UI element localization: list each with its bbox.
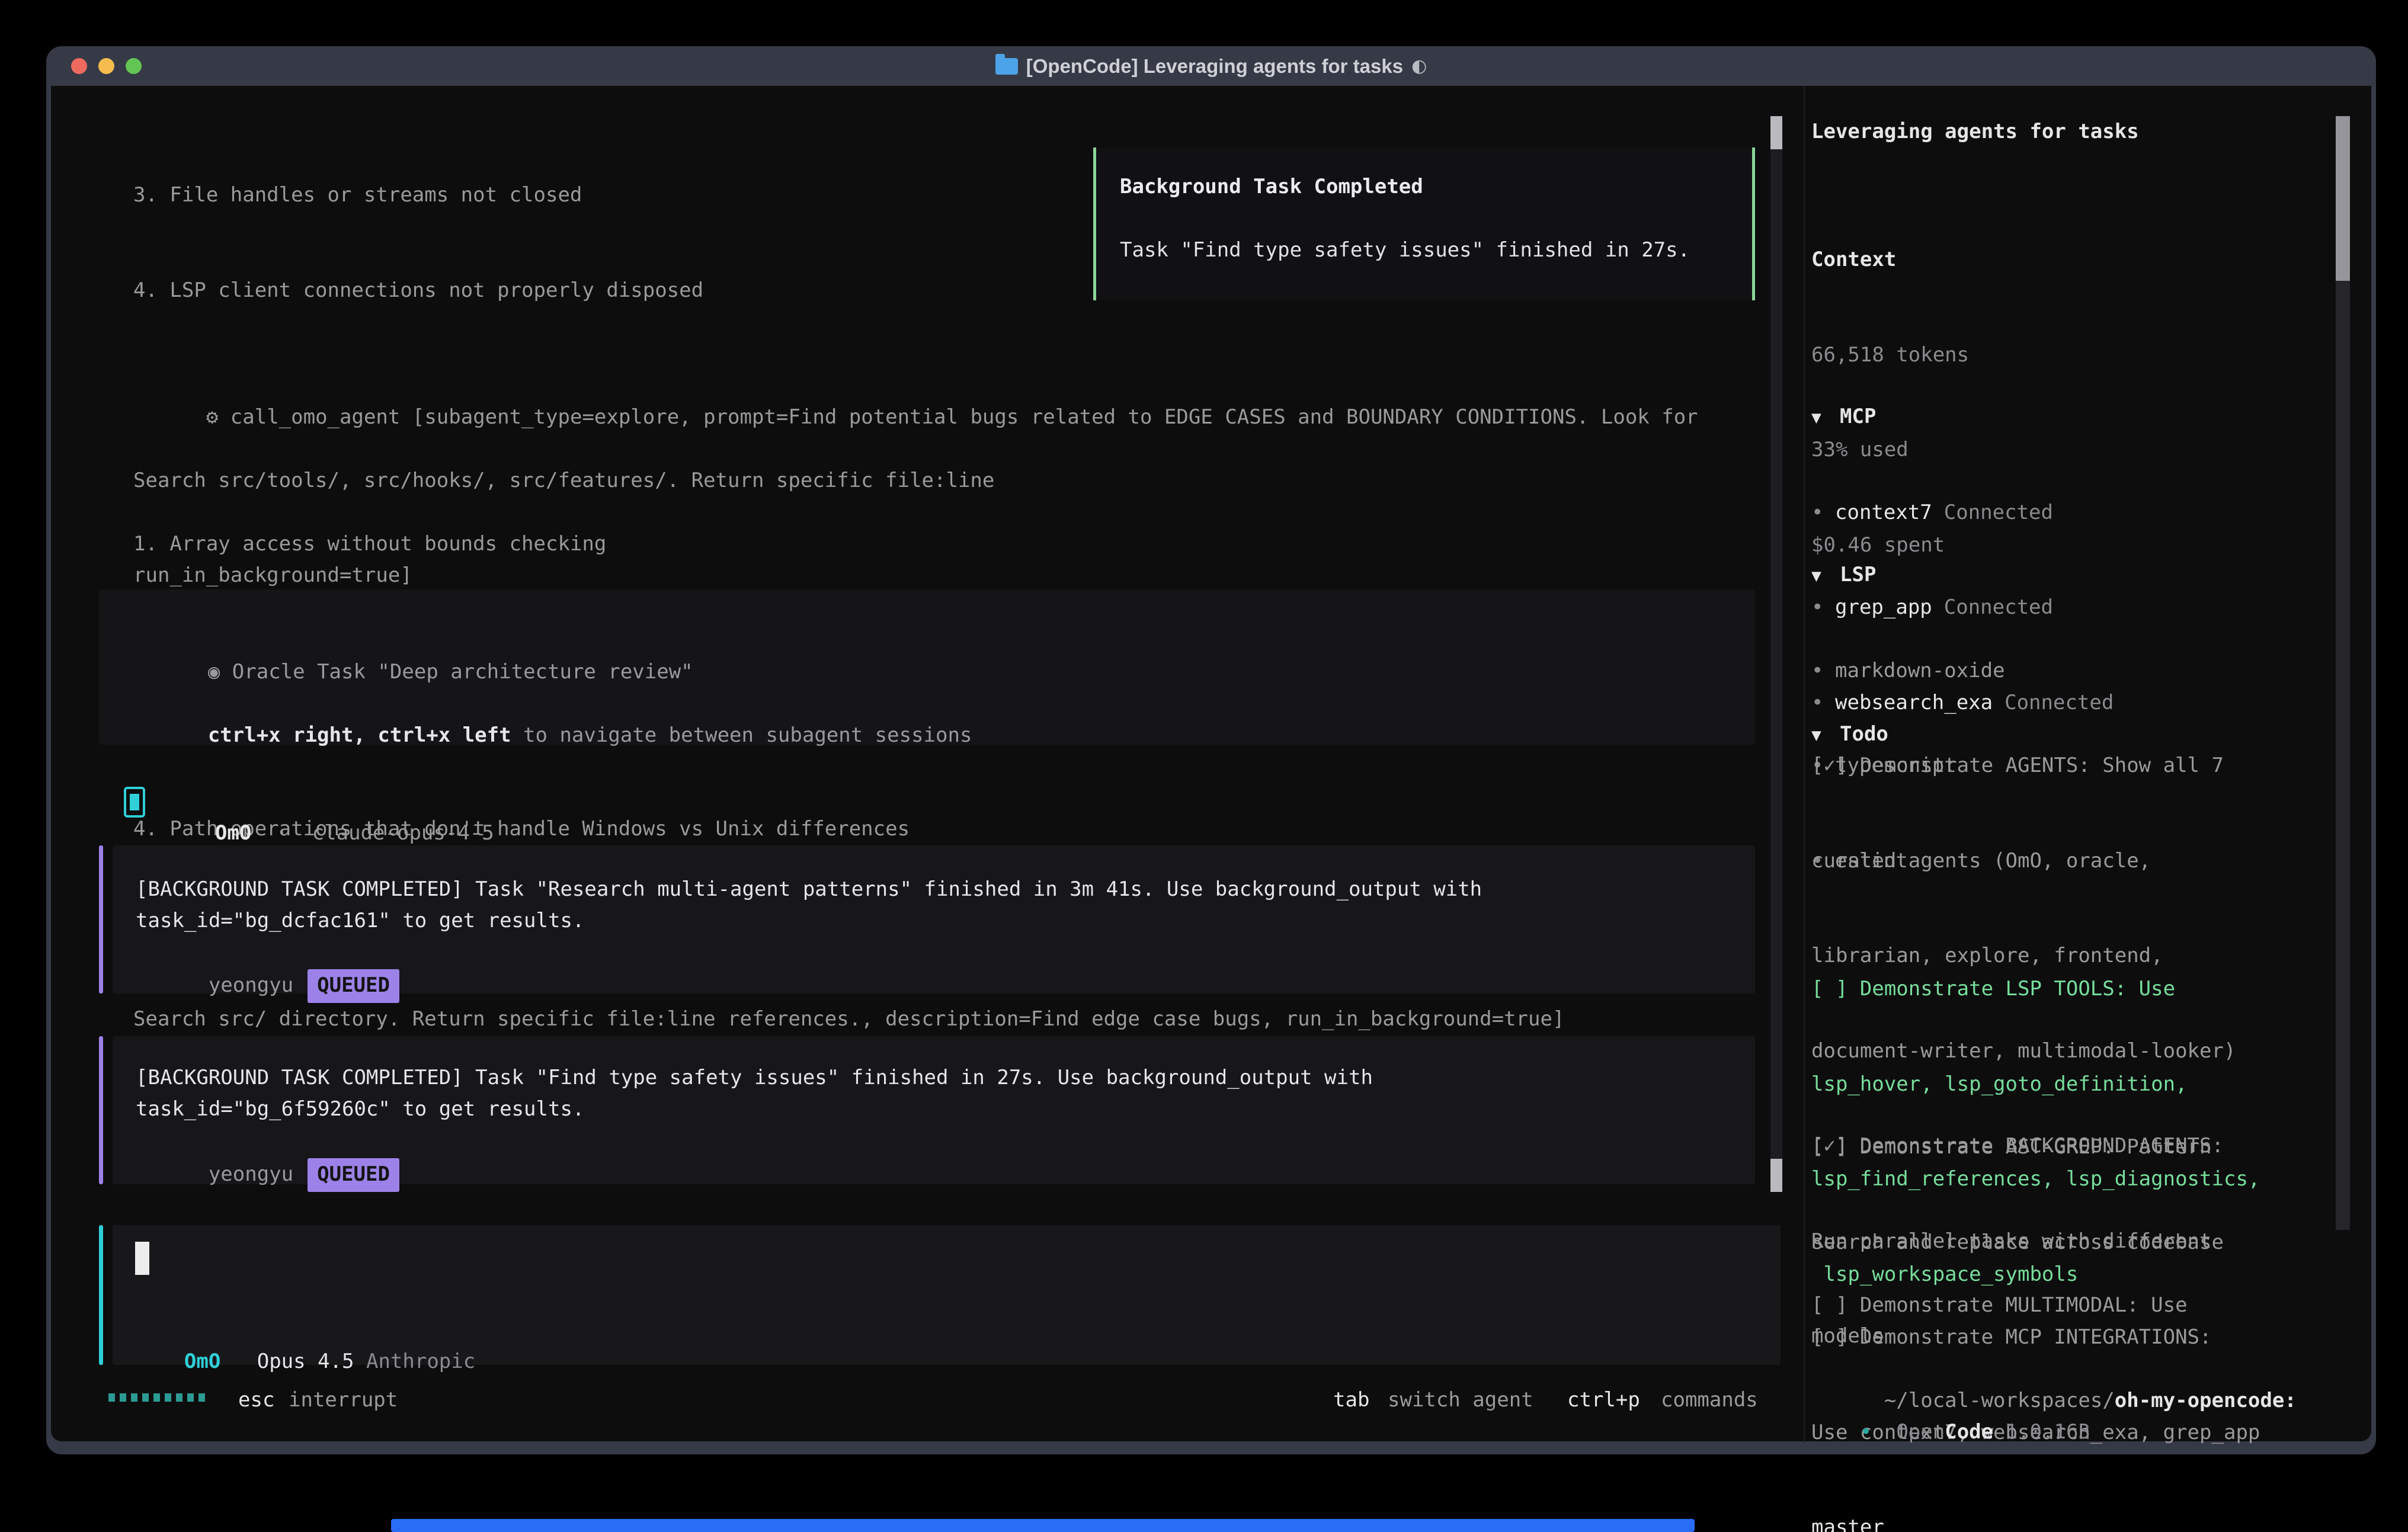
oracle-shortcut-hint: to navigate between subagent sessions <box>511 723 972 747</box>
pane-divider <box>1804 86 1805 1443</box>
input-agent-name[interactable]: OmO <box>184 1350 220 1373</box>
notification-title: Background Task Completed <box>1120 171 1423 203</box>
close-button[interactable] <box>71 58 87 74</box>
agent-avatar-icon <box>124 787 145 818</box>
oracle-icon: ◉ <box>208 660 220 684</box>
oracle-task-card: ◉ Oracle Task "Deep architecture review"… <box>99 589 1755 745</box>
workspace-repo: oh-my-opencode: <box>2115 1389 2297 1412</box>
todo-line: [✓] Demonstrate AGENTS: Show all 7 <box>1811 750 2236 782</box>
app-name-bold: Code <box>1945 1420 1993 1444</box>
input-provider-name: Anthropic <box>366 1350 475 1373</box>
title-bar: [OpenCode] Leveraging agents for tasks ◐ <box>46 46 2376 86</box>
collapse-triangle-icon: ▼ <box>1811 560 1840 592</box>
zoom-button[interactable] <box>126 58 142 74</box>
separator-dot: · <box>276 821 287 845</box>
task-card-user: yeongyu <box>209 973 293 997</box>
main-scrollbar-thumb-top[interactable] <box>1770 116 1782 149</box>
input-accent-border <box>99 1225 103 1365</box>
bullet-icon: • <box>1860 1420 1872 1444</box>
app-version: 1.0.163 <box>2006 1420 2090 1444</box>
tool-call-item: 1. Array access without bounds checking <box>133 528 1698 560</box>
context-header: Context <box>1811 244 1969 276</box>
sidebar-scrollbar-thumb[interactable] <box>2336 116 2350 281</box>
todo-line: [ ] Demonstrate LSP TOOLS: Use <box>1811 973 2260 1005</box>
lsp-section-header[interactable]: ▼LSP <box>1811 559 2005 592</box>
app-name-dim: Open <box>1896 1420 1945 1444</box>
task-card: [BACKGROUND TASK COMPLETED] Task "Resear… <box>113 845 1755 993</box>
tab-key-hint: tab <box>1333 1384 1369 1416</box>
task-card-line2: task_id="bg_dcfac161" to get results. <box>136 905 584 937</box>
window-title-text: [OpenCode] Leveraging agents for tasks <box>1026 55 1403 78</box>
agent-name: OmO <box>215 821 251 845</box>
text-cursor <box>135 1242 149 1275</box>
oracle-title: Oracle Task "Deep architecture review" <box>232 660 693 684</box>
main-scrollbar-track[interactable] <box>1770 116 1782 1192</box>
card-accent-border <box>99 1036 103 1184</box>
minimize-button[interactable] <box>98 58 114 74</box>
task-card-user: yeongyu <box>209 1162 293 1186</box>
task-card-line1: [BACKGROUND TASK COMPLETED] Task "Find t… <box>136 1062 1373 1094</box>
main-scrollbar-thumb-bottom[interactable] <box>1770 1159 1782 1192</box>
task-card-line1: [BACKGROUND TASK COMPLETED] Task "Resear… <box>136 874 1482 906</box>
input-model-name[interactable]: Opus 4.5 <box>257 1350 354 1373</box>
scrollback-line: 3. File handles or streams not closed <box>133 180 994 211</box>
esc-key-hint: esc <box>238 1384 274 1416</box>
queued-badge: QUEUED <box>308 969 399 1004</box>
window-title: [OpenCode] Leveraging agents for tasks ◐ <box>995 55 1427 78</box>
todo-line: curated agents (OmO, oracle, <box>1811 845 2236 877</box>
task-card: [BACKGROUND TASK COMPLETED] Task "Find t… <box>113 1036 1755 1184</box>
task-card-line2: task_id="bg_6f59260c" to get results. <box>136 1094 584 1126</box>
oracle-shortcut-keys: ctrl+x right, ctrl+x left <box>208 723 511 747</box>
esc-label: interrupt <box>289 1384 398 1416</box>
workspace-branch: master <box>1811 1512 2297 1532</box>
agent-model: claude-opus-4-5 <box>312 821 494 845</box>
gear-icon: ⚙ <box>206 405 218 429</box>
background-window-strip[interactable] <box>391 1519 1695 1532</box>
mcp-section-header[interactable]: ▼MCP <box>1811 401 2114 434</box>
scrollback-line: 4. LSP client connections not properly d… <box>133 275 994 307</box>
ctrlp-key-hint: ctrl+p <box>1567 1384 1640 1416</box>
version-line: • OpenCode 1.0.163 <box>1811 1384 2090 1480</box>
session-title: Leveraging agents for tasks <box>1811 116 2139 148</box>
activity-spinner-dots <box>108 1393 205 1402</box>
collapse-triangle-icon: ▼ <box>1811 402 1840 434</box>
traffic-lights <box>71 58 142 74</box>
sidebar-scrollbar-track[interactable] <box>2336 116 2350 1230</box>
notification-body: Task "Find type safety issues" finished … <box>1120 235 1690 267</box>
background-task-notification: Background Task Completed Task "Find typ… <box>1093 148 1755 300</box>
ctrlp-label: commands <box>1661 1384 1758 1416</box>
screen: [OpenCode] Leveraging agents for tasks ◐… <box>0 0 2408 1532</box>
card-accent-border <box>99 845 103 993</box>
tool-call-header: call_omo_agent [subagent_type=explore, p… <box>230 405 1698 429</box>
folder-icon <box>995 58 1018 75</box>
tab-label: switch agent <box>1388 1384 1533 1416</box>
lsp-header-label: LSP <box>1840 559 1876 591</box>
mcp-header-label: MCP <box>1840 401 1876 433</box>
session-progress-icon: ◐ <box>1411 56 1427 76</box>
queued-badge: QUEUED <box>308 1158 399 1193</box>
todo-line: [ ] Demonstrate AST-GREP: Pattern <box>1811 1132 2260 1164</box>
